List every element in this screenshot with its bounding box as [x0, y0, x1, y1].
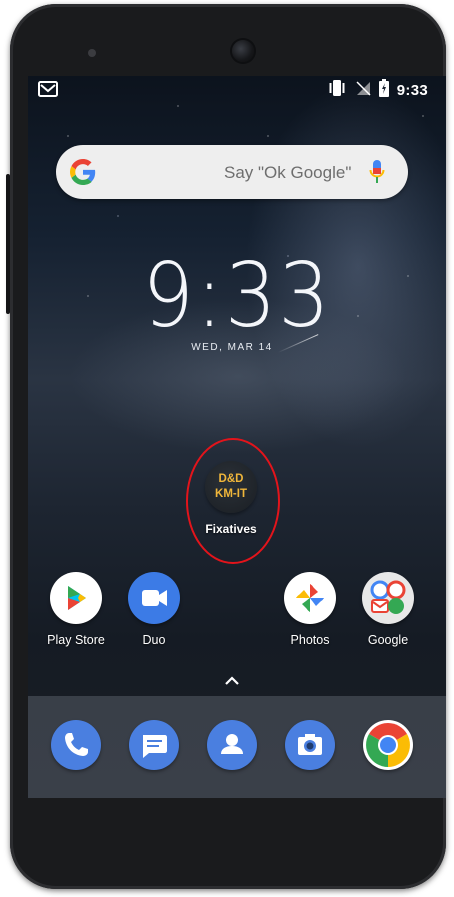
- app-photos[interactable]: Photos: [274, 572, 346, 647]
- clock-widget-time[interactable]: 9:33: [45, 244, 430, 347]
- dock-app-camera[interactable]: [274, 720, 346, 770]
- phone-icon: [51, 720, 101, 770]
- gmail-icon: [38, 81, 58, 102]
- dock-app-messages[interactable]: [118, 720, 190, 770]
- google-folder-icon: [362, 572, 414, 624]
- fixatives-icon-line2: KM-IT: [215, 488, 247, 500]
- photos-icon: [284, 572, 336, 624]
- vibrate-icon: [327, 79, 347, 102]
- camera-icon: [285, 720, 335, 770]
- app-label: Play Store: [47, 633, 105, 647]
- power-button: [6, 174, 10, 314]
- dock-app-contacts[interactable]: [196, 720, 268, 770]
- search-placeholder: Say "Ok Google": [224, 163, 352, 182]
- messages-icon: [129, 720, 179, 770]
- chevron-up-icon[interactable]: [223, 674, 241, 692]
- app-label: Google: [367, 633, 409, 647]
- dock: [28, 696, 446, 798]
- duo-icon: [128, 572, 180, 624]
- front-camera: [232, 40, 254, 62]
- app-label: Fixatives: [205, 522, 257, 536]
- front-sensor: [88, 49, 96, 57]
- app-google-folder[interactable]: Google: [352, 572, 424, 647]
- app-fixatives[interactable]: D&D KM-IT Fixatives: [195, 461, 267, 536]
- battery-charging-icon: [378, 78, 389, 102]
- status-bar[interactable]: 9:33: [28, 76, 446, 104]
- google-g-icon: [70, 159, 96, 185]
- app-label: Duo: [142, 633, 166, 647]
- clock-widget-date[interactable]: WED, MAR 14: [28, 342, 436, 353]
- chrome-icon: [363, 720, 413, 770]
- dock-app-phone[interactable]: [40, 720, 112, 770]
- mic-icon[interactable]: [369, 159, 385, 185]
- contacts-icon: [207, 720, 257, 770]
- play-store-icon: [50, 572, 102, 624]
- app-play-store[interactable]: Play Store: [40, 572, 112, 647]
- google-search-bar[interactable]: Say "Ok Google": [56, 145, 408, 199]
- app-label: Photos: [290, 633, 330, 647]
- no-sim-icon: [355, 80, 371, 101]
- app-duo[interactable]: Duo: [118, 572, 190, 647]
- fixatives-icon-line1: D&D: [218, 473, 244, 485]
- fixatives-icon: D&D KM-IT: [205, 461, 257, 513]
- dock-app-chrome[interactable]: [352, 720, 424, 770]
- home-screen: 9:33 Say "Ok Google" 9:33 WED, MAR 14 D&…: [28, 76, 446, 798]
- status-time: 9:33: [396, 81, 428, 99]
